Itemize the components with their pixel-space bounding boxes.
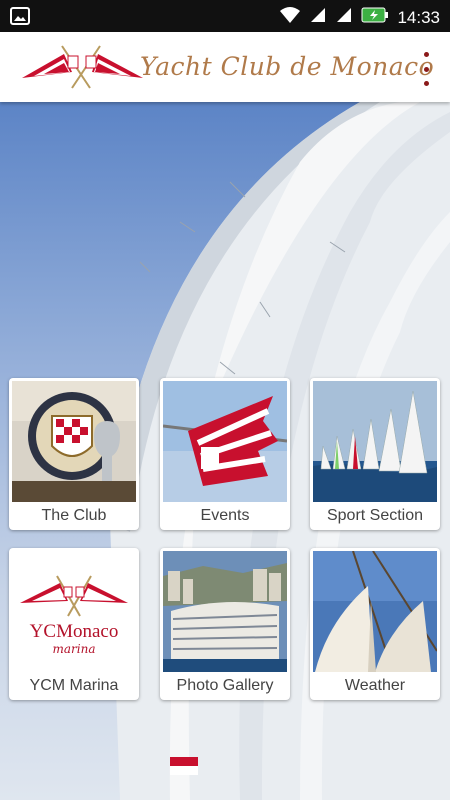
flag-photo <box>163 381 287 502</box>
status-bar: 14:33 <box>0 0 450 32</box>
tile-label: Photo Gallery <box>176 677 274 694</box>
tile-label: Weather <box>344 677 406 694</box>
tile-ycm-marina[interactable]: YCMonaco marina YCM Marina <box>9 548 139 700</box>
yacht-club-burgee-logo <box>20 42 145 90</box>
cell-signal-icon <box>309 6 327 29</box>
ycm-marina-logo: YCMonaco marina <box>12 551 136 672</box>
cell-signal-icon <box>335 6 353 29</box>
tile-label: Events <box>200 507 250 524</box>
tile-events[interactable]: Events <box>160 378 290 530</box>
more-vertical-icon[interactable] <box>416 52 436 86</box>
battery-charging-icon <box>361 7 389 28</box>
clubhouse-photo <box>163 551 287 672</box>
app-bar: Yacht Club de Monaco <box>0 32 450 102</box>
tile-label: Sport Section <box>326 507 424 524</box>
regatta-photo <box>313 381 437 502</box>
sails-photo <box>313 551 437 672</box>
club-emblem-photo <box>12 381 136 502</box>
image-notification-icon <box>10 7 30 30</box>
tile-sport-section[interactable]: Sport Section <box>310 378 440 530</box>
wifi-icon <box>279 6 301 29</box>
tile-weather[interactable]: Weather <box>310 548 440 700</box>
tile-label: YCM Marina <box>29 677 119 694</box>
marina-logo-subtext: marina <box>52 642 96 656</box>
marina-logo-text: YCMonaco <box>29 621 119 642</box>
tile-the-club[interactable]: The Club <box>9 378 139 530</box>
status-time: 14:33 <box>397 7 440 27</box>
tile-label: The Club <box>41 507 107 524</box>
app-title: Yacht Club de Monaco <box>140 52 435 81</box>
tile-photo-gallery[interactable]: Photo Gallery <box>160 548 290 700</box>
